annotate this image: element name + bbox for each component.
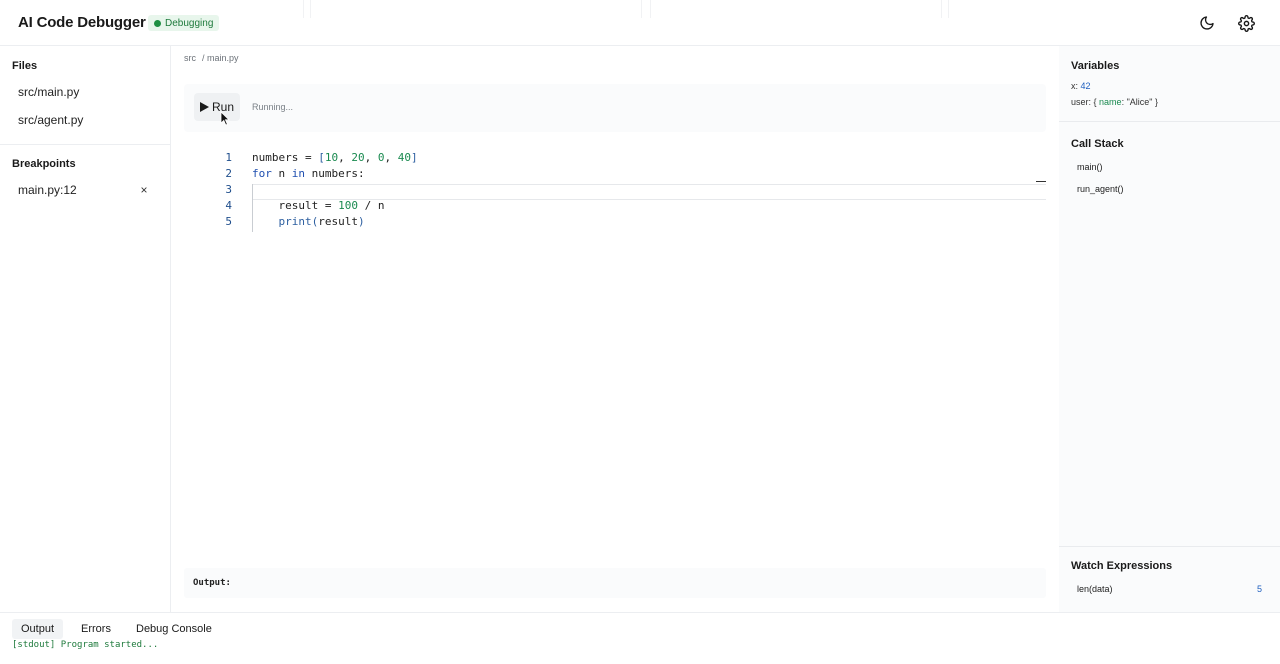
line-number: 1 [225,151,232,164]
header-divider [303,0,304,18]
call-stack-heading: Call Stack [1071,138,1124,150]
code-line: 4 result = 100 / n [184,198,1046,214]
status-text: Debugging [165,17,214,29]
line-number: 4 [225,199,232,212]
debug-panel: Variables x: 42 user: { name: "Alice" } … [1059,46,1280,612]
header-divider [941,0,942,18]
code-text: result = 100 / n [252,199,385,212]
panel-divider [1059,546,1280,547]
status-badge: Debugging [148,15,220,31]
breakpoint-item[interactable]: main.py:12 [18,183,77,197]
breadcrumb-root[interactable]: src [184,53,196,63]
breadcrumb-file[interactable]: / main.py [202,53,239,63]
watch-heading: Watch Expressions [1071,560,1173,572]
app-title: AI Code Debugger [18,14,146,31]
code-editor[interactable]: 1 numbers = [10, 20, 0, 40] 2 for n in n… [184,144,1046,554]
line-number: 3 [225,183,232,196]
output-label: Output: [193,578,231,588]
header-divider [310,0,311,18]
moon-icon[interactable] [1197,13,1217,33]
app-header: AI Code Debugger Debugging [0,0,1280,46]
panel-divider [1059,121,1280,122]
status-dot-icon [154,19,161,27]
output-panel: Output: [184,568,1046,598]
remove-breakpoint-button[interactable]: × [138,183,150,197]
tab-errors[interactable]: Errors [72,619,120,639]
file-item-main[interactable]: src/main.py [18,85,79,99]
line-number: 5 [225,215,232,228]
console-output: [stdout] Program started... [12,640,159,650]
code-line: 3 [184,182,1046,198]
tab-output[interactable]: Output [12,619,64,639]
variable-user[interactable]: user: { name: "Alice" } [1071,97,1158,107]
files-heading: Files [12,60,38,72]
breakpoints-heading: Breakpoints [12,158,76,170]
editor-toolbar: Run Running... [184,84,1046,132]
variables-heading: Variables [1071,60,1120,72]
gear-icon[interactable] [1236,13,1256,33]
run-status: Running... [252,102,294,112]
bottom-panel: Output Errors Debug Console [stdout] Pro… [0,612,1280,664]
stack-frame[interactable]: main() [1077,162,1103,172]
line-number: 2 [225,167,232,180]
code-text: numbers = [10, 20, 0, 40] [252,151,418,164]
code-line: 1 numbers = [10, 20, 0, 40] [184,150,1046,166]
file-sidebar: Files src/main.py src/agent.py Breakpoin… [0,46,171,612]
editor-area: src / main.py Run Running... 1 numbers =… [172,46,1058,612]
stack-frame[interactable]: run_agent() [1077,184,1124,194]
mouse-cursor-icon [220,111,230,126]
tab-debug-console[interactable]: Debug Console [127,619,221,639]
header-divider [948,0,949,18]
code-text: for n in numbers: [252,167,365,180]
run-button[interactable]: Run [194,93,240,121]
watch-expr: len(data) [1077,584,1113,594]
code-line: 5 print(result) [184,214,1046,230]
header-divider [641,0,642,18]
watch-expression[interactable]: len(data) 5 [1077,584,1262,594]
code-text: print(result) [278,215,365,228]
header-divider [650,0,651,18]
breadcrumb: src / main.py [184,53,239,63]
variable-x[interactable]: x: 42 [1071,81,1091,91]
code-line: 2 for n in numbers: [184,166,1046,182]
play-icon [199,102,209,112]
file-item-agent[interactable]: src/agent.py [18,113,83,127]
sidebar-divider [0,144,171,145]
watch-value: 5 [1256,584,1262,594]
